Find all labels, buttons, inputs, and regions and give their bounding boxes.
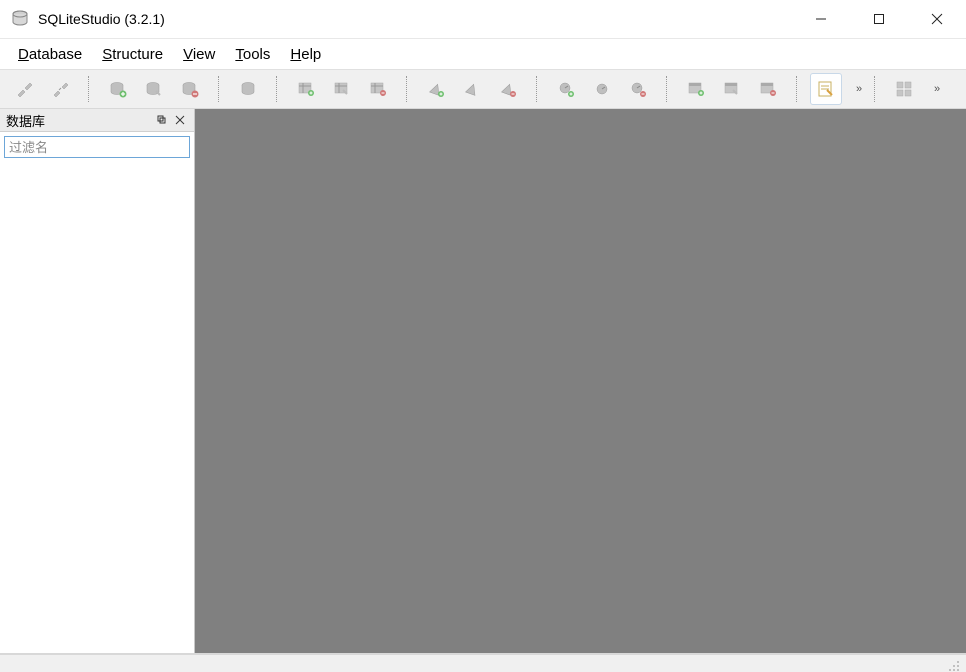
toolbar-separator <box>874 76 876 102</box>
menu-help[interactable]: Help <box>280 42 331 67</box>
dock-close-button[interactable] <box>172 112 188 128</box>
edit-view-button[interactable] <box>716 73 748 105</box>
delete-index-button[interactable] <box>492 73 524 105</box>
mdi-area <box>195 109 966 653</box>
edit-database-button[interactable] <box>138 73 170 105</box>
window-controls <box>792 0 966 38</box>
add-database-button[interactable] <box>102 73 134 105</box>
menu-hotkey: S <box>102 46 112 63</box>
menu-hotkey: H <box>290 46 301 63</box>
app-icon <box>10 9 30 29</box>
menu-structure[interactable]: Structure <box>92 42 173 67</box>
delete-trigger-button[interactable] <box>622 73 654 105</box>
window-title: SQLiteStudio (3.2.1) <box>38 11 165 27</box>
status-bar <box>0 654 966 672</box>
toolbar-separator <box>796 76 798 102</box>
menu-bar: Database Structure View Tools Help <box>0 39 966 69</box>
database-tree[interactable] <box>0 162 194 653</box>
close-button[interactable] <box>908 0 966 38</box>
toolbar-separator <box>536 76 538 102</box>
toolbar-separator <box>218 76 220 102</box>
toolbar-overflow-1[interactable]: » <box>850 74 868 104</box>
disconnect-button[interactable] <box>44 73 76 105</box>
menu-hotkey: T <box>235 46 243 63</box>
sql-editor-button[interactable] <box>810 73 842 105</box>
toolbar-overflow-2[interactable]: » <box>928 74 946 104</box>
dock-title: 数据库 <box>6 111 152 130</box>
dock-header: 数据库 <box>0 109 194 132</box>
remove-database-button[interactable] <box>174 73 206 105</box>
minimize-button[interactable] <box>792 0 850 38</box>
database-action-button[interactable] <box>232 73 264 105</box>
database-filter-input[interactable] <box>4 136 190 158</box>
menu-label: elp <box>301 46 321 63</box>
main-toolbar: » » <box>0 69 966 109</box>
new-view-button[interactable] <box>680 73 712 105</box>
toolbar-separator <box>666 76 668 102</box>
edit-trigger-button[interactable] <box>586 73 618 105</box>
menu-tools[interactable]: Tools <box>225 42 280 67</box>
toolbar-separator <box>276 76 278 102</box>
toolbar-separator <box>406 76 408 102</box>
connect-button[interactable] <box>8 73 40 105</box>
dock-float-button[interactable] <box>154 112 170 128</box>
menu-hotkey: D <box>18 46 29 63</box>
menu-view[interactable]: View <box>173 42 225 67</box>
toolbar-separator <box>88 76 90 102</box>
menu-label: iew <box>193 46 216 63</box>
maximize-button[interactable] <box>850 0 908 38</box>
delete-table-button[interactable] <box>362 73 394 105</box>
database-dock-panel: 数据库 <box>0 109 195 653</box>
menu-label: ools <box>243 46 271 63</box>
edit-table-button[interactable] <box>326 73 358 105</box>
tile-windows-button[interactable] <box>888 73 920 105</box>
menu-database[interactable]: Database <box>8 42 92 67</box>
title-bar: SQLiteStudio (3.2.1) <box>0 0 966 39</box>
new-trigger-button[interactable] <box>550 73 582 105</box>
new-table-button[interactable] <box>290 73 322 105</box>
menu-label: tructure <box>112 46 163 63</box>
menu-hotkey: V <box>183 46 193 63</box>
workspace: 数据库 <box>0 109 966 654</box>
delete-view-button[interactable] <box>752 73 784 105</box>
menu-label: atabase <box>29 46 82 63</box>
resize-grip-icon[interactable] <box>946 658 962 672</box>
new-index-button[interactable] <box>420 73 452 105</box>
edit-index-button[interactable] <box>456 73 488 105</box>
